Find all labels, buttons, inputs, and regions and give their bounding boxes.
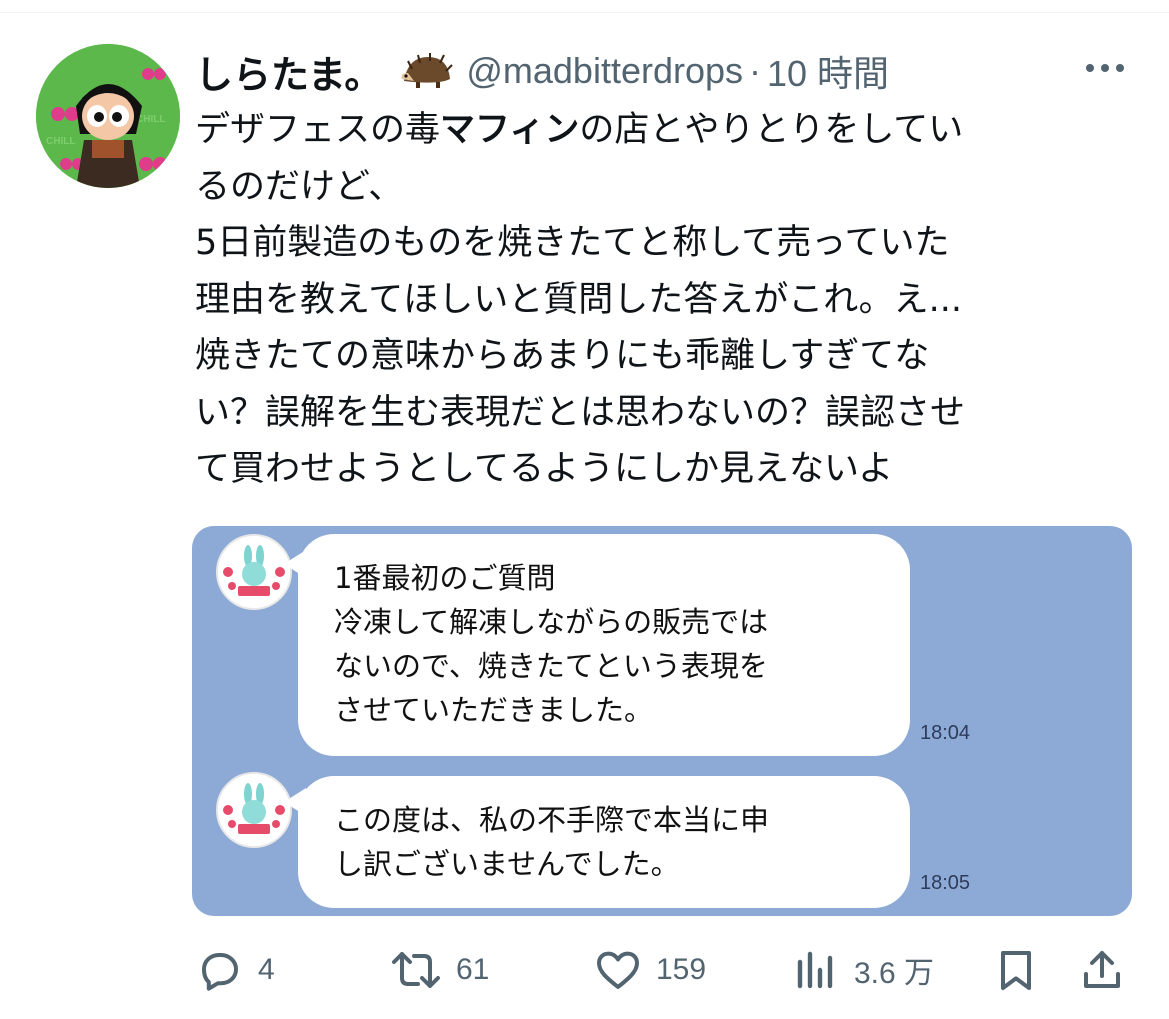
user-avatar[interactable]: CHILL CHILL xyxy=(36,44,180,188)
chat-bubble: この度は、私の不手際で本当に申 し訳ございませんでした。 xyxy=(298,776,910,908)
tweet-text-line: るのだけど、 xyxy=(195,166,404,207)
chat-bubble: 1番最初のご質問 冷凍して解凍しながらの販売では ないので、焼きたてという表現を… xyxy=(298,534,910,756)
heart-icon xyxy=(594,946,642,994)
chat-line: させていただきました。 xyxy=(334,693,654,727)
tweet-text-line: い？誤解を生む表現だとは思わないの？誤認させ xyxy=(195,392,966,433)
svg-text:CHILL: CHILL xyxy=(136,114,165,125)
retweet-button[interactable]: 61 xyxy=(390,940,489,1000)
chat-time: 18:04 xyxy=(920,722,971,744)
chat-line: ないので、焼きたてという表現を xyxy=(334,649,768,683)
share-button[interactable] xyxy=(1078,940,1126,1000)
separator-dot: · xyxy=(749,50,762,91)
user-handle[interactable]: @madbitterdrops xyxy=(466,50,743,92)
top-divider xyxy=(0,0,1169,13)
tweet-actions: 4 61 159 3.6 万 xyxy=(190,940,1140,1000)
hedgehog-icon xyxy=(398,51,454,91)
shop-avatar xyxy=(216,772,292,848)
svg-text:CHILL: CHILL xyxy=(46,136,75,147)
views-icon xyxy=(792,946,840,994)
tweet-text: デザフェスの毒マフィンの店とやりとりをしてい るのだけど、 5日前製造のものを焼… xyxy=(195,102,1145,498)
bookmark-icon xyxy=(992,946,1040,994)
tweet-text-line: て買わせようとしてるようにしか見えないよ xyxy=(195,449,894,489)
chat-line: 冷凍して解凍しながらの販売では xyxy=(334,605,769,639)
chat-line: し訳ございませんでした。 xyxy=(334,847,680,881)
avatar-image: CHILL CHILL xyxy=(36,44,180,188)
tweet-text-line: 焼きたての意味からあまりにも乖離しすぎてな xyxy=(195,336,930,376)
more-icon[interactable] xyxy=(1080,50,1130,86)
tweet-text-line: デザフェスの毒マフィンの店とやりとりをしてい xyxy=(195,102,1145,159)
reply-icon xyxy=(196,946,244,994)
views-button[interactable]: 3.6 万 xyxy=(792,940,934,1000)
shop-avatar xyxy=(216,534,292,610)
chat-line: 1番最初のご質問 xyxy=(334,561,556,595)
reply-count: 4 xyxy=(258,953,275,986)
bold-text-segment: マフィン xyxy=(440,110,580,150)
tweet-time[interactable]: 10 時間 xyxy=(767,45,889,97)
like-button[interactable]: 159 xyxy=(594,940,706,1000)
share-icon xyxy=(1078,946,1126,994)
chat-time: 18:05 xyxy=(920,872,971,894)
tweet-header: しらたま。 @madbitterdrops · 10 時間 xyxy=(195,44,1135,99)
reply-button[interactable]: 4 xyxy=(196,940,275,1000)
chat-line: この度は、私の不手際で本当に申 xyxy=(334,803,770,837)
text-segment: デザフェスの毒 xyxy=(195,110,441,150)
like-count: 159 xyxy=(656,953,707,986)
tweet-text-line: 5日前製造のものを焼きたてと称して売っていた xyxy=(195,223,950,263)
retweet-count: 61 xyxy=(456,953,490,986)
tweet-media-image[interactable]: 1番最初のご質問 冷凍して解凍しながらの販売では ないので、焼きたてという表現を… xyxy=(192,526,1132,916)
bookmark-button[interactable] xyxy=(992,940,1040,1000)
display-name[interactable]: しらたま。 xyxy=(195,44,382,99)
tweet-text-line: 理由を教えてほしいと質問した答えがこれ。え... xyxy=(195,279,962,320)
views-count: 3.6 万 xyxy=(854,957,935,990)
retweet-icon xyxy=(390,946,442,994)
text-segment: の店とやりとりをしてい xyxy=(579,110,964,150)
